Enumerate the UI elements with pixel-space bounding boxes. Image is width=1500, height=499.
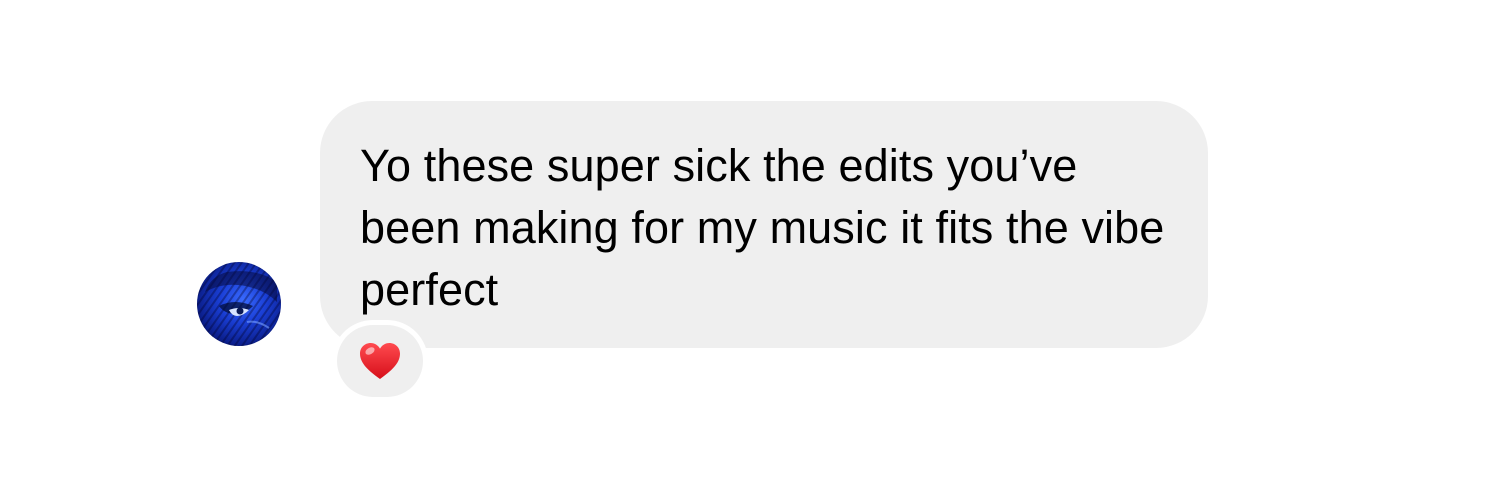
reaction-badge[interactable] <box>332 320 428 402</box>
heart-icon <box>358 341 402 381</box>
sender-avatar[interactable] <box>197 262 281 346</box>
reaction-background <box>337 325 423 397</box>
message-text: Yo these super sick the edits you’ve bee… <box>360 140 1165 315</box>
chat-screen: Yo these super sick the edits you’ve bee… <box>0 0 1500 499</box>
profile-photo-icon <box>197 262 281 346</box>
message-bubble[interactable]: Yo these super sick the edits you’ve bee… <box>320 101 1208 348</box>
